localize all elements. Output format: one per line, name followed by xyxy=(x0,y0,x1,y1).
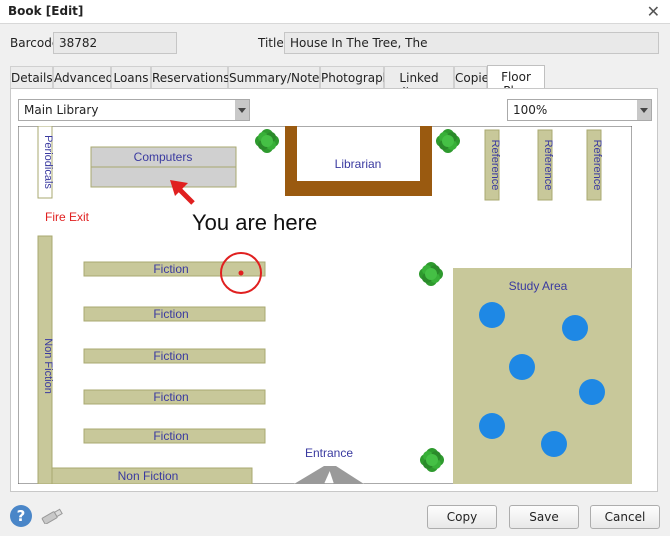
chevron-down-icon xyxy=(235,100,249,120)
location-select-value: Main Library xyxy=(24,103,99,117)
study-table xyxy=(479,413,505,439)
help-icon[interactable]: ? xyxy=(10,505,32,527)
title-label: Title xyxy=(258,36,284,50)
non-fiction-bottom-label: Non Fiction xyxy=(118,469,179,483)
tab-photograph[interactable]: Photograph xyxy=(320,66,390,88)
fiction-label-2: Fiction xyxy=(153,307,188,321)
barcode-label: Barcode xyxy=(10,36,60,50)
tab-linked-items[interactable]: Linked Items xyxy=(384,66,454,99)
computers-desk-lower xyxy=(90,166,237,188)
usb-icon[interactable] xyxy=(40,508,64,524)
cancel-button[interactable]: Cancel xyxy=(590,505,660,529)
fiction-label-4: Fiction xyxy=(153,390,188,404)
tab-advanced[interactable]: Advanced xyxy=(53,66,113,88)
fiction-label-5: Fiction xyxy=(153,429,188,443)
study-table xyxy=(562,315,588,341)
tab-summary-notes[interactable]: Summary/Notes xyxy=(228,66,326,88)
periodicals-label: Periodicals xyxy=(42,135,54,189)
study-table xyxy=(509,354,535,380)
reference-label-2: Reference xyxy=(542,140,554,191)
location-select[interactable]: Main Library xyxy=(18,99,250,121)
title-field[interactable]: House In The Tree, The xyxy=(284,32,659,54)
study-table xyxy=(479,302,505,328)
entrance-label: Entrance xyxy=(305,446,353,460)
window-title: Book [Edit] xyxy=(8,4,84,18)
zoom-select-value: 100% xyxy=(513,103,548,117)
window-titlebar: Book [Edit] ✕ xyxy=(0,0,670,24)
fiction-label-1: Fiction xyxy=(153,262,188,276)
tab-loans[interactable]: Loans xyxy=(111,66,151,88)
reference-label-1: Reference xyxy=(489,140,501,191)
fiction-label-3: Fiction xyxy=(153,349,188,363)
tab-copies[interactable]: Copies xyxy=(454,66,495,88)
zoom-select[interactable]: 100% xyxy=(507,99,652,121)
computers-label: Computers xyxy=(134,150,193,164)
copy-button[interactable]: Copy xyxy=(427,505,497,529)
close-icon[interactable]: ✕ xyxy=(647,2,660,21)
reference-label-3: Reference xyxy=(591,140,603,191)
save-button[interactable]: Save xyxy=(509,505,579,529)
you-are-here-label: You are here xyxy=(192,210,317,235)
barcode-field[interactable]: 38782 xyxy=(53,32,177,54)
tab-floor-plan[interactable]: Floor Plan xyxy=(487,65,545,98)
fire-exit-label: Fire Exit xyxy=(45,210,90,224)
librarian-label: Librarian xyxy=(335,157,382,171)
tab-details[interactable]: Details xyxy=(10,66,53,88)
study-table xyxy=(579,379,605,405)
tab-reservations[interactable]: Reservations xyxy=(151,66,229,88)
study-area-label: Study Area xyxy=(509,279,568,293)
study-area xyxy=(453,268,632,484)
chevron-down-icon xyxy=(637,100,651,120)
non-fiction-wall-label: Non Fiction xyxy=(42,338,54,394)
study-table xyxy=(541,431,567,457)
floor-plan-map[interactable]: Periodicals Non Fiction Non Fiction Comp… xyxy=(18,126,632,484)
